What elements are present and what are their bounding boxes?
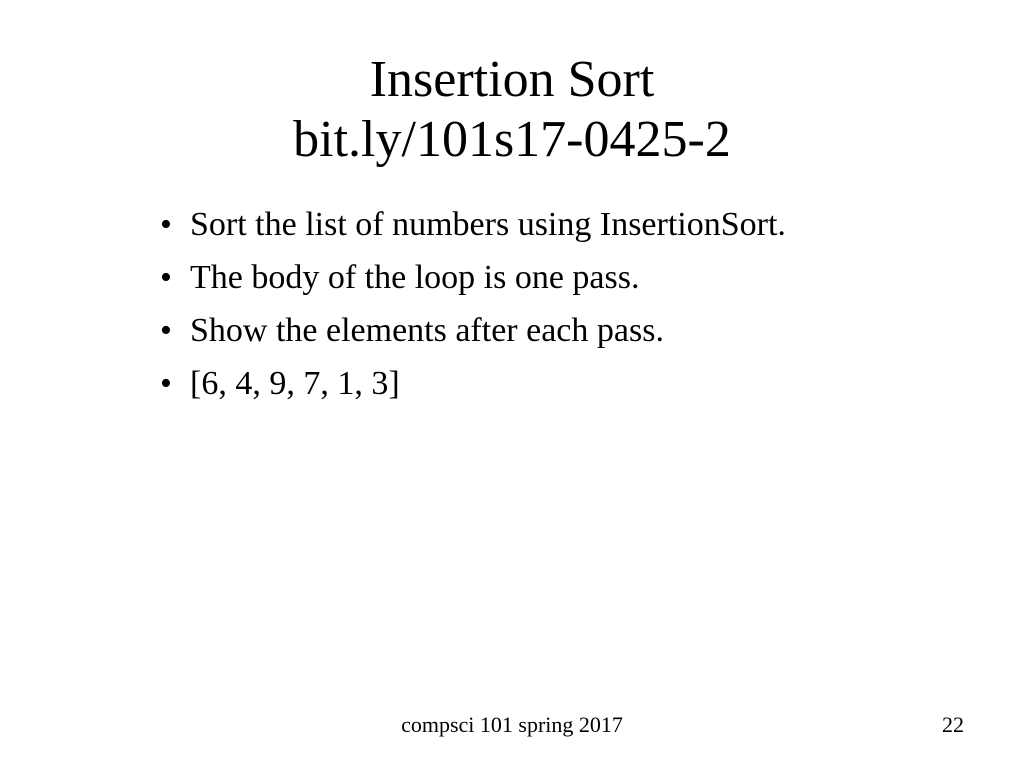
bullet-list: Sort the list of numbers using Insertion… <box>60 200 964 409</box>
footer-page-number: 22 <box>663 712 964 738</box>
title-line-2: bit.ly/101s17-0425-2 <box>60 110 964 170</box>
slide: Insertion Sort bit.ly/101s17-0425-2 Sort… <box>0 0 1024 768</box>
bullet-item: Sort the list of numbers using Insertion… <box>160 200 904 249</box>
footer-course: compsci 101 spring 2017 <box>361 712 662 738</box>
slide-title: Insertion Sort bit.ly/101s17-0425-2 <box>60 50 964 170</box>
bullet-item: Show the elements after each pass. <box>160 306 904 355</box>
bullet-item: [6, 4, 9, 7, 1, 3] <box>160 359 904 408</box>
slide-footer: compsci 101 spring 2017 22 <box>0 712 1024 738</box>
title-line-1: Insertion Sort <box>60 50 964 110</box>
bullet-item: The body of the loop is one pass. <box>160 253 904 302</box>
